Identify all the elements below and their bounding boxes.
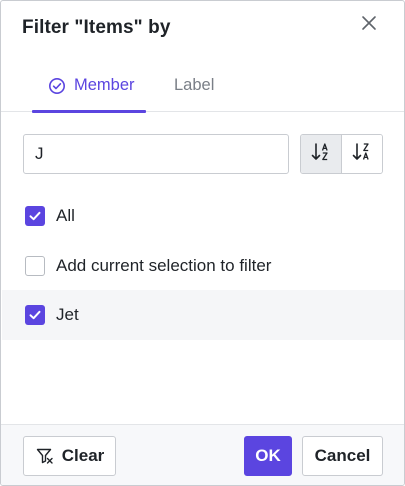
close-button[interactable] (357, 13, 381, 37)
list-item-add-selection[interactable]: Add current selection to filter (2, 241, 404, 291)
check-circle-icon (48, 77, 66, 95)
sort-toggle-group (300, 134, 383, 174)
active-tab-indicator (32, 110, 146, 113)
checkmark-icon (29, 211, 41, 221)
dialog-footer: Clear OK Cancel (1, 424, 404, 485)
list-item-all[interactable]: All (2, 191, 404, 241)
list-item-label: Add current selection to filter (56, 256, 272, 275)
sort-z-a-icon (351, 141, 373, 168)
dialog-title: Filter "Items" by (22, 17, 171, 38)
sort-a-z-icon (310, 141, 332, 168)
tab-bar: Member Label (1, 59, 404, 113)
tab-member-label: Member (74, 76, 135, 94)
checkbox-checked[interactable] (25, 206, 45, 226)
list-item-jet[interactable]: Jet (2, 290, 404, 340)
tab-label-label: Label (174, 76, 215, 94)
clear-button[interactable]: Clear (23, 436, 116, 476)
checkbox-checked[interactable] (25, 305, 45, 325)
checkmark-icon (29, 310, 41, 320)
clear-filter-icon (35, 446, 55, 466)
search-input[interactable] (23, 134, 289, 174)
checkbox-unchecked[interactable] (25, 256, 45, 276)
cancel-button[interactable]: Cancel (302, 436, 383, 476)
ok-button[interactable]: OK (244, 436, 292, 476)
list-item-label: Jet (56, 305, 79, 324)
tab-member[interactable]: Member (32, 59, 146, 113)
sort-descending-button[interactable] (341, 135, 382, 173)
filter-dialog: Filter "Items" by Member Label J All Add… (0, 0, 405, 486)
close-icon (361, 15, 377, 36)
list-item-label: All (56, 206, 75, 225)
sort-ascending-button[interactable] (301, 135, 342, 173)
clear-button-label: Clear (61, 446, 105, 465)
tab-label[interactable]: Label (174, 59, 214, 112)
